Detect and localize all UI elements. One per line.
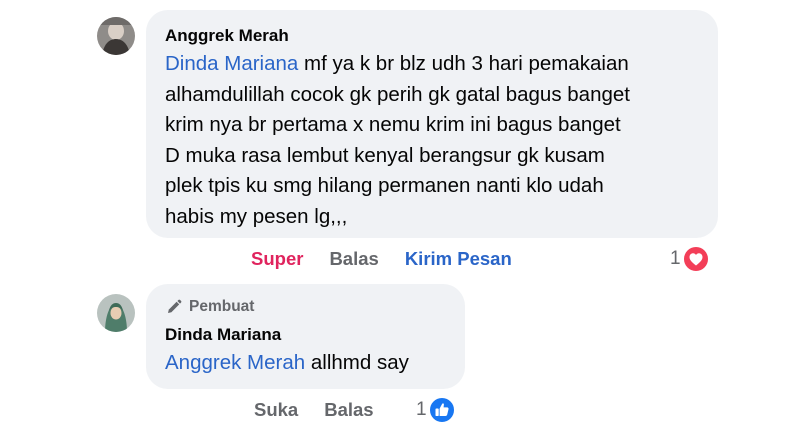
creator-badge: Pembuat xyxy=(165,296,447,318)
comment-actions: Super Balas Kirim Pesan xyxy=(251,246,538,272)
avatar-anggrek-merah[interactable] xyxy=(97,17,135,55)
reaction-count: 1 xyxy=(670,248,681,269)
heart-icon xyxy=(681,245,710,273)
comment-line: allhmd say xyxy=(310,351,409,374)
comment-text: Anggrek Merah allhmd say xyxy=(165,348,447,379)
reply-button[interactable]: Balas xyxy=(329,248,378,270)
comment-bubble: Anggrek Merah Dinda Mariana mf ya k br b… xyxy=(146,10,718,238)
reaction-summary[interactable]: 1 xyxy=(670,244,710,274)
reply-button[interactable]: Balas xyxy=(324,399,373,421)
reaction-summary[interactable]: 1 xyxy=(416,395,456,425)
mention-link[interactable]: Dinda Mariana xyxy=(165,52,298,75)
comment-line: mf ya k br blz udh 3 hari pemakaian xyxy=(304,52,629,75)
pencil-icon xyxy=(168,299,182,313)
mention-link[interactable]: Anggrek Merah xyxy=(165,351,305,374)
comment-line: krim nya br pertama x nemu krim ini bagu… xyxy=(165,113,621,136)
like-button[interactable]: Suka xyxy=(254,399,298,421)
creator-label: Pembuat xyxy=(189,298,255,315)
comment-line: plek tpis ku smg hilang permanen nanti k… xyxy=(165,174,604,197)
comment-line: D muka rasa lembut kenyal berangsur gk k… xyxy=(165,143,605,167)
comment-author[interactable]: Anggrek Merah xyxy=(165,24,700,48)
avatar-dinda-mariana[interactable] xyxy=(97,294,135,332)
comment-thread: Anggrek Merah Dinda Mariana mf ya k br b… xyxy=(0,0,790,432)
avatar-photo xyxy=(97,17,135,55)
comment-line: alhamdulillah cocok gk perih gk gatal ba… xyxy=(165,82,630,106)
comment-bubble: Pembuat Dinda Mariana Anggrek Merah allh… xyxy=(146,284,465,389)
send-message-button[interactable]: Kirim Pesan xyxy=(405,248,512,270)
avatar-photo xyxy=(97,294,135,332)
like-icon xyxy=(427,396,456,424)
comment-line: habis my pesen lg,,, xyxy=(165,204,348,228)
super-button[interactable]: Super xyxy=(251,248,303,270)
comment-text: Dinda Mariana mf ya k br blz udh 3 hari … xyxy=(165,49,700,232)
comment-author[interactable]: Dinda Mariana xyxy=(165,323,447,347)
reaction-count: 1 xyxy=(416,399,427,420)
comment-actions: Suka Balas xyxy=(254,397,400,423)
